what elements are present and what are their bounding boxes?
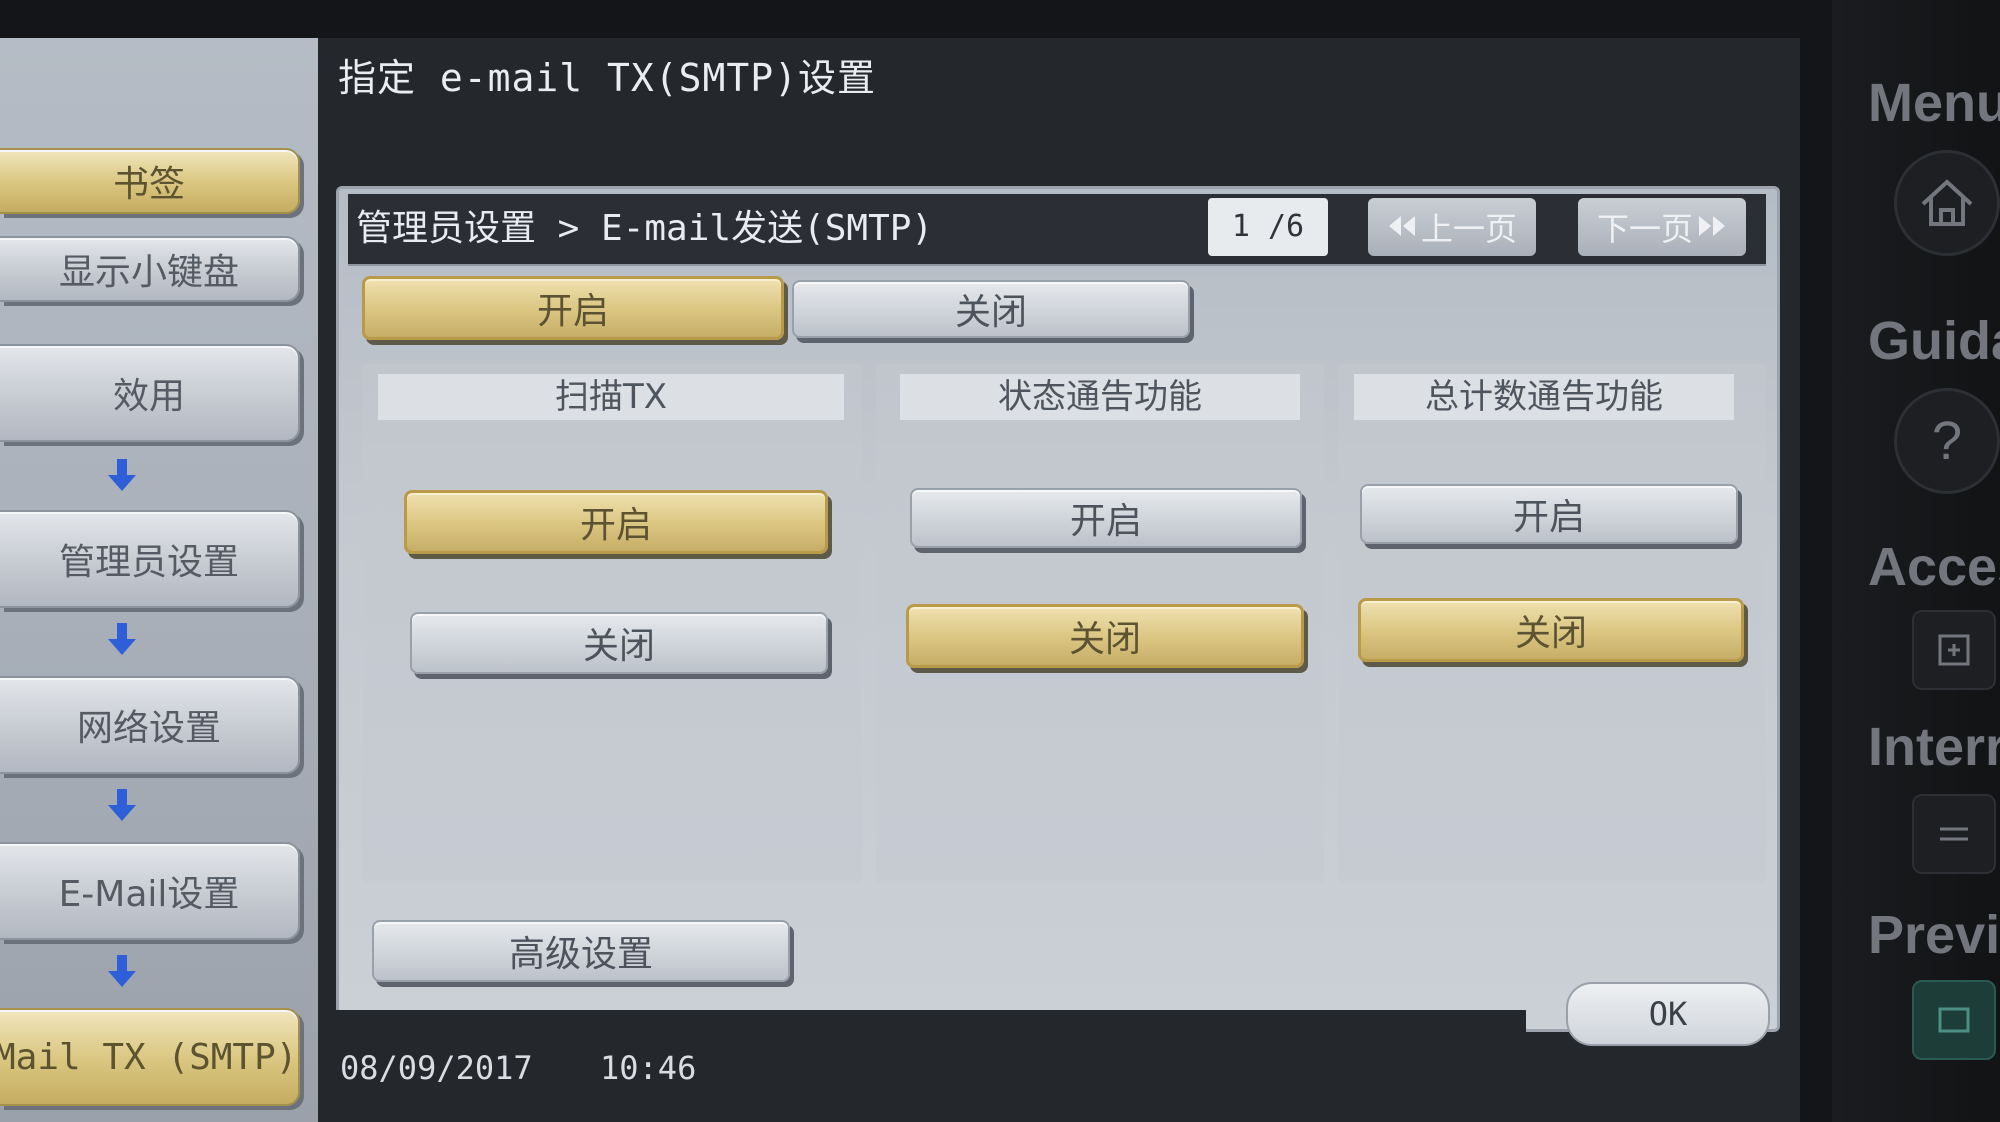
- scan-tx-on-label: 开启: [579, 505, 652, 546]
- nav-admin-settings-label: 管理员设置: [58, 542, 239, 583]
- nav-utility[interactable]: 效用: [0, 344, 300, 442]
- show-keypad-label: 显示小键盘: [58, 252, 239, 293]
- counter-notify-on-label: 开启: [1512, 497, 1585, 538]
- page-indicator: 1 /6: [1208, 198, 1328, 256]
- hw-access-label: Acces: [1868, 537, 2000, 597]
- status-notify-off-button[interactable]: 关闭: [906, 604, 1304, 668]
- scan-tx-off-label: 关闭: [582, 626, 655, 667]
- hw-guidance-label: Guidan: [1868, 311, 2000, 371]
- double-right-arrow-icon: [1697, 208, 1727, 246]
- down-arrow-icon: [104, 788, 140, 824]
- status-date: 08/09/2017: [340, 1049, 533, 1087]
- ok-label: OK: [1648, 995, 1688, 1033]
- double-left-arrow-icon: [1387, 208, 1417, 246]
- master-off-button[interactable]: 关闭: [792, 280, 1190, 338]
- master-on-button[interactable]: 开启: [362, 276, 784, 340]
- down-arrow-icon: [104, 622, 140, 658]
- counter-notify-header: 总计数通告功能: [1354, 374, 1734, 420]
- hw-preview-label: Previ: [1868, 905, 2000, 965]
- scan-tx-off-button[interactable]: 关闭: [410, 612, 828, 674]
- interrupt-icon[interactable]: [1912, 794, 1996, 874]
- advanced-settings-button[interactable]: 高级设置: [372, 920, 790, 982]
- status-notify-off-label: 关闭: [1068, 619, 1141, 660]
- breadcrumb: 管理员设置 > E-mail发送(SMTP): [356, 208, 934, 249]
- status-time: 10:46: [600, 1049, 697, 1087]
- scan-tx-header: 扫描TX: [378, 374, 844, 420]
- prev-page-button[interactable]: 上一页: [1368, 198, 1536, 256]
- help-icon[interactable]: ?: [1894, 388, 2000, 494]
- nav-admin-settings[interactable]: 管理员设置: [0, 510, 300, 608]
- advanced-settings-label: 高级设置: [508, 934, 653, 975]
- nav-current-smtp[interactable]: Mail TX (SMTP): [0, 1008, 300, 1106]
- bookmark-button[interactable]: 书签: [0, 148, 300, 214]
- master-off-label: 关闭: [954, 292, 1027, 333]
- nav-network-settings[interactable]: 网络设置: [0, 676, 300, 774]
- home-icon[interactable]: [1894, 150, 2000, 256]
- status-notify-on-button[interactable]: 开启: [910, 488, 1302, 548]
- counter-notify-off-label: 关闭: [1514, 613, 1587, 654]
- screen-title: 指定 e-mail TX(SMTP)设置: [338, 56, 877, 100]
- show-keypad-button[interactable]: 显示小键盘: [0, 236, 300, 302]
- ok-button[interactable]: OK: [1566, 982, 1770, 1046]
- hw-interrupt-label: Interr: [1868, 717, 2000, 777]
- master-on-label: 开启: [536, 291, 609, 332]
- nav-utility-label: 效用: [112, 376, 185, 417]
- bookmark-label: 书签: [112, 164, 185, 205]
- counter-notify-off-button[interactable]: 关闭: [1358, 598, 1744, 662]
- nav-network-settings-label: 网络设置: [76, 708, 221, 749]
- nav-email-settings-label: E-Mail设置: [58, 874, 240, 915]
- prev-page-label: 上一页: [1420, 210, 1517, 248]
- status-notify-header: 状态通告功能: [900, 374, 1300, 420]
- hw-menu-label: Menu: [1868, 73, 2000, 133]
- down-arrow-icon: [104, 954, 140, 990]
- next-page-button[interactable]: 下一页: [1578, 198, 1746, 256]
- scan-tx-on-button[interactable]: 开启: [404, 490, 828, 554]
- status-notify-on-label: 开启: [1069, 501, 1142, 542]
- counter-notify-on-button[interactable]: 开启: [1360, 484, 1738, 544]
- nav-email-settings[interactable]: E-Mail设置: [0, 842, 300, 940]
- access-icon[interactable]: [1912, 610, 1996, 690]
- next-page-label: 下一页: [1596, 210, 1693, 248]
- nav-current-smtp-label: Mail TX (SMTP): [0, 1036, 298, 1078]
- preview-icon[interactable]: [1912, 980, 1996, 1060]
- down-arrow-icon: [104, 458, 140, 494]
